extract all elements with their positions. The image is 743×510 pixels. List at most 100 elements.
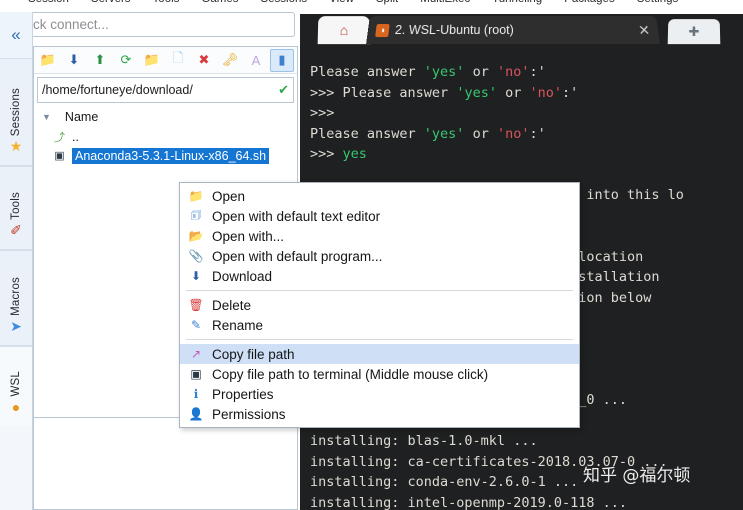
- menu-item-text-editor[interactable]: 🗊 Open with default text editor: [180, 206, 579, 226]
- file-row[interactable]: ⤴..: [34, 127, 297, 146]
- terminal-line: installing: blas-1.0-mkl ...: [310, 433, 538, 449]
- menu-item-sessions[interactable]: Sessions: [260, 0, 307, 5]
- menu-item-rename[interactable]: ✎ Rename: [180, 315, 579, 335]
- left-sidebar: « ★ Sessions ✐ Tools ➤ Macros ● WSL: [0, 12, 33, 510]
- tab-wsl-ubuntu[interactable]: ◑ 2. WSL-Ubuntu (root) ✕: [366, 16, 660, 45]
- menu-item-games[interactable]: Games: [201, 0, 238, 5]
- menu-item-info[interactable]: ℹ Properties: [180, 384, 579, 404]
- upload-icon-glyph: ⬆: [94, 52, 106, 67]
- new-file-icon[interactable]: 🗋: [166, 49, 190, 72]
- sidebar-item-label: Tools: [10, 192, 22, 220]
- menu-item-tunneling[interactable]: Tunneling: [492, 0, 542, 5]
- column-header-name: Name: [64, 110, 99, 124]
- tab-home[interactable]: ⌂: [317, 16, 371, 45]
- text-editor-icon: 🗊: [190, 207, 202, 222]
- parent-dir-icon: ⤴: [54, 131, 65, 144]
- sidebar-item-wsl[interactable]: ● WSL: [0, 346, 32, 426]
- delete-icon: 🗑: [188, 298, 204, 312]
- sidebar-item-tools[interactable]: ✐ Tools: [0, 166, 32, 250]
- path-bar[interactable]: /home/fortuneye/download/ ✔: [37, 77, 294, 103]
- sidebar-item-label: WSL: [10, 371, 22, 397]
- menu-item-delete[interactable]: 🗑 Delete: [180, 295, 579, 315]
- ubuntu-icon: ◑: [375, 23, 390, 37]
- menu-item-packages[interactable]: Packages: [564, 0, 615, 5]
- refresh-icon-glyph: ⟳: [120, 52, 132, 67]
- context-menu: 📁 Open 🗊 Open with default text editor 📂 Open…: [179, 182, 580, 428]
- menu-item-label: Permissions: [212, 406, 286, 422]
- file-name: Anaconda3-5.3.1-Linux-x86_64.sh: [72, 147, 270, 164]
- menu-item-copy-path[interactable]: ↗ Copy file path: [180, 344, 579, 364]
- download-icon-glyph: ⬇: [68, 52, 80, 67]
- parent-folder-icon[interactable]: 📁: [36, 49, 60, 72]
- permissions-icon: 👤: [188, 407, 204, 421]
- menu-item-tools[interactable]: Tools: [153, 0, 180, 5]
- menu-item-download[interactable]: ⬇ Download: [180, 266, 579, 286]
- text-mode-icon-glyph: A: [251, 52, 261, 68]
- shell-script-icon: ▣: [54, 150, 65, 162]
- new-file-icon-glyph: 🗋: [172, 50, 184, 65]
- mobaxterm-window: Session Servers Tools Games Sessions View Spli…: [0, 0, 743, 510]
- terminal-line: Please answer 'yes' or 'no':': [310, 125, 546, 142]
- menu-item-label: Download: [212, 268, 273, 284]
- usb-drive-icon-glyph: ▮: [278, 52, 286, 67]
- menu-item-folder-plus[interactable]: 📂 Open with...: [180, 226, 579, 246]
- home-icon: ⌂: [339, 22, 349, 39]
- sidebar-item-label: Macros: [10, 277, 22, 316]
- terminal-line: installing: intel-openmp-2019.0-118 ...: [310, 494, 627, 510]
- file-name: ..: [72, 129, 79, 144]
- menu-item-multiexec[interactable]: MultiExec: [420, 0, 470, 5]
- menu-item-folder[interactable]: 📁 Open: [180, 186, 579, 206]
- sidebar-collapse-button[interactable]: «: [0, 12, 32, 58]
- menu-item-label: Properties: [212, 386, 274, 402]
- usb-drive-icon[interactable]: ▮: [270, 48, 294, 72]
- quick-connect-input[interactable]: Quick connect...: [3, 12, 295, 37]
- terminal-line: >>> Please answer 'yes' or 'no':': [310, 84, 579, 101]
- new-tab-button[interactable]: ✚: [667, 19, 721, 45]
- menu-item-label: Rename: [212, 317, 264, 333]
- close-icon[interactable]: ✕: [637, 22, 651, 39]
- sidebar-item-macros[interactable]: ➤ Macros: [0, 250, 32, 346]
- info-icon: ℹ: [193, 387, 199, 401]
- check-icon: ✔: [278, 82, 289, 97]
- menu-item-servers[interactable]: Servers: [91, 0, 131, 5]
- file-browser-toolbar: 📁 ⬇ ⬆ ⟳ 📁 🗋 ✖ 🗝 A ▮: [34, 47, 297, 74]
- menu-item-label: Open with...: [212, 228, 285, 244]
- sidebar-item-sessions[interactable]: ★ Sessions: [0, 58, 32, 166]
- menu-item-view[interactable]: View: [329, 0, 354, 5]
- menu-item-label: Open with default program...: [212, 248, 383, 264]
- tab-label: 2. WSL-Ubuntu (root): [394, 23, 514, 38]
- file-row[interactable]: ▣ Anaconda3-5.3.1-Linux-x86_64.sh: [34, 146, 297, 165]
- terminal-line: >>> yes: [310, 146, 367, 162]
- menu-item-permissions[interactable]: 👤 Permissions: [180, 404, 579, 424]
- folder-plus-icon: 📂: [188, 229, 204, 243]
- delete-icon[interactable]: ✖: [192, 49, 216, 72]
- menu-item-label: Open with default text editor: [212, 208, 381, 224]
- menu-item-settings[interactable]: Settings: [637, 0, 679, 5]
- menu-item-terminal[interactable]: ▣ Copy file path to terminal (Middle mous…: [180, 364, 579, 384]
- new-folder-icon[interactable]: 📁: [140, 49, 164, 72]
- menu-item-paperclip[interactable]: 📎 Open with default program...: [180, 246, 579, 266]
- file-panel-empty-area: [33, 418, 298, 510]
- menu-item-label: Open: [212, 188, 246, 204]
- delete-icon-glyph: ✖: [198, 52, 210, 67]
- menu-item-session[interactable]: Session: [28, 0, 69, 5]
- star-icon: ★: [9, 138, 23, 154]
- folder-icon: 📁: [188, 189, 204, 203]
- permissions-key-icon-glyph: 🗝: [221, 52, 239, 67]
- chevron-left-double-icon: «: [11, 25, 21, 44]
- path-text: /home/fortuneye/download/: [42, 83, 193, 97]
- new-folder-icon-glyph: 📁: [143, 52, 161, 67]
- file-list-header[interactable]: ▼ Name: [34, 107, 297, 127]
- upload-icon[interactable]: ⬆: [88, 49, 112, 72]
- refresh-icon[interactable]: ⟳: [114, 49, 138, 72]
- tools-icon: ✐: [10, 222, 22, 238]
- menu-bar: Session Servers Tools Games Sessions View Spli…: [0, 0, 743, 12]
- download-icon[interactable]: ⬇: [62, 49, 86, 72]
- sidebar-item-label: Sessions: [10, 87, 22, 136]
- rename-icon: ✎: [190, 318, 202, 332]
- watermark: 知乎 @福尔顿: [583, 466, 691, 486]
- permissions-key-icon[interactable]: 🗝: [218, 49, 242, 72]
- text-mode-icon[interactable]: A: [244, 49, 268, 72]
- plus-icon: ✚: [688, 23, 700, 39]
- menu-item-split[interactable]: Split: [376, 0, 398, 5]
